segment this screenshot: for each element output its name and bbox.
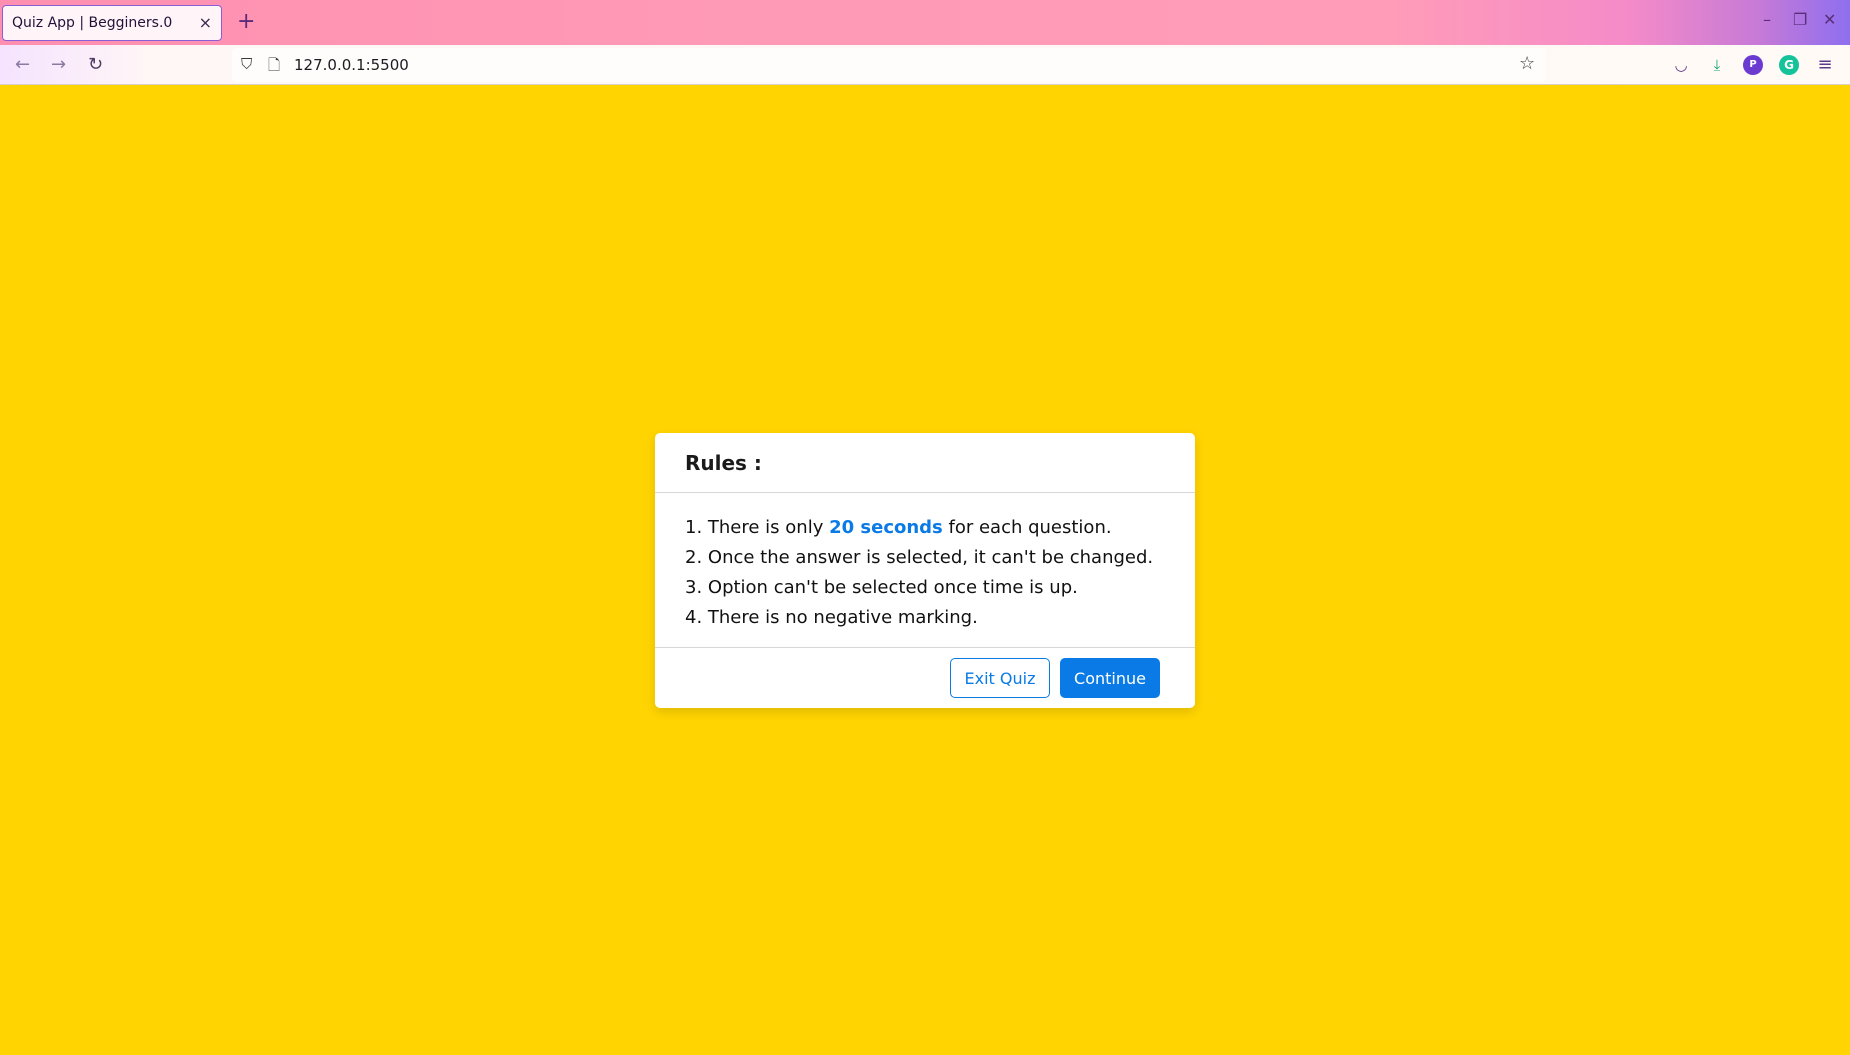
rule-item: 4. There is no negative marking.: [685, 607, 978, 628]
page-content: Rules : 1. There is only 20 seconds for …: [0, 86, 1850, 1055]
dialog-header: Rules :: [655, 433, 1195, 493]
minimize-icon[interactable]: –: [1763, 10, 1771, 29]
forward-icon[interactable]: →: [51, 54, 66, 76]
exit-quiz-button[interactable]: Exit Quiz: [950, 658, 1050, 698]
address-bar[interactable]: ⛉ 🗋 127.0.0.1:5500 ☆: [232, 48, 1546, 82]
dialog-footer: Exit Quiz Continue: [655, 648, 1195, 708]
time-limit-highlight: 20 seconds: [829, 517, 943, 538]
rule-text: for each question.: [942, 517, 1112, 538]
shield-icon[interactable]: ⛉: [241, 55, 252, 73]
rules-list: 1. There is only 20 seconds for each que…: [655, 493, 1195, 648]
browser-tab-bar: Quiz App | Begginers.0 × + – ❐ ✕: [0, 0, 1850, 45]
browser-tab[interactable]: Quiz App | Begginers.0 ×: [2, 5, 222, 41]
rules-dialog: Rules : 1. There is only 20 seconds for …: [655, 433, 1195, 708]
continue-button[interactable]: Continue: [1060, 658, 1160, 698]
rule-item: 2. Once the answer is selected, it can't…: [685, 547, 1154, 568]
rule-item: 1. There is only 20 seconds for each que…: [685, 513, 1165, 543]
back-icon[interactable]: ←: [15, 54, 30, 76]
page-icon: 🗋: [268, 56, 281, 74]
browser-nav-bar: ← → ↻ ⛉ 🗋 127.0.0.1:5500 ☆ ◡ ⤓ P G ≡: [0, 45, 1850, 85]
tab-close-icon[interactable]: ×: [199, 13, 212, 32]
pocket-icon[interactable]: ◡: [1671, 55, 1691, 75]
menu-icon[interactable]: ≡: [1815, 55, 1835, 75]
close-window-icon[interactable]: ✕: [1823, 10, 1836, 29]
tab-title: Quiz App | Begginers.0: [12, 15, 173, 31]
restore-icon[interactable]: ❐: [1793, 10, 1807, 29]
rule-text: 1. There is only: [685, 517, 830, 538]
bookmark-star-icon[interactable]: ☆: [1519, 53, 1535, 74]
new-tab-button[interactable]: +: [237, 9, 255, 35]
url-text[interactable]: 127.0.0.1:5500: [294, 56, 409, 74]
rule-item: 3. Option can't be selected once time is…: [685, 577, 1078, 598]
download-icon[interactable]: ⤓: [1707, 55, 1727, 75]
dialog-title: Rules :: [685, 451, 762, 475]
grammarly-extension-icon[interactable]: G: [1779, 55, 1799, 75]
reload-icon[interactable]: ↻: [88, 54, 103, 76]
profile-avatar-icon[interactable]: P: [1743, 55, 1763, 75]
